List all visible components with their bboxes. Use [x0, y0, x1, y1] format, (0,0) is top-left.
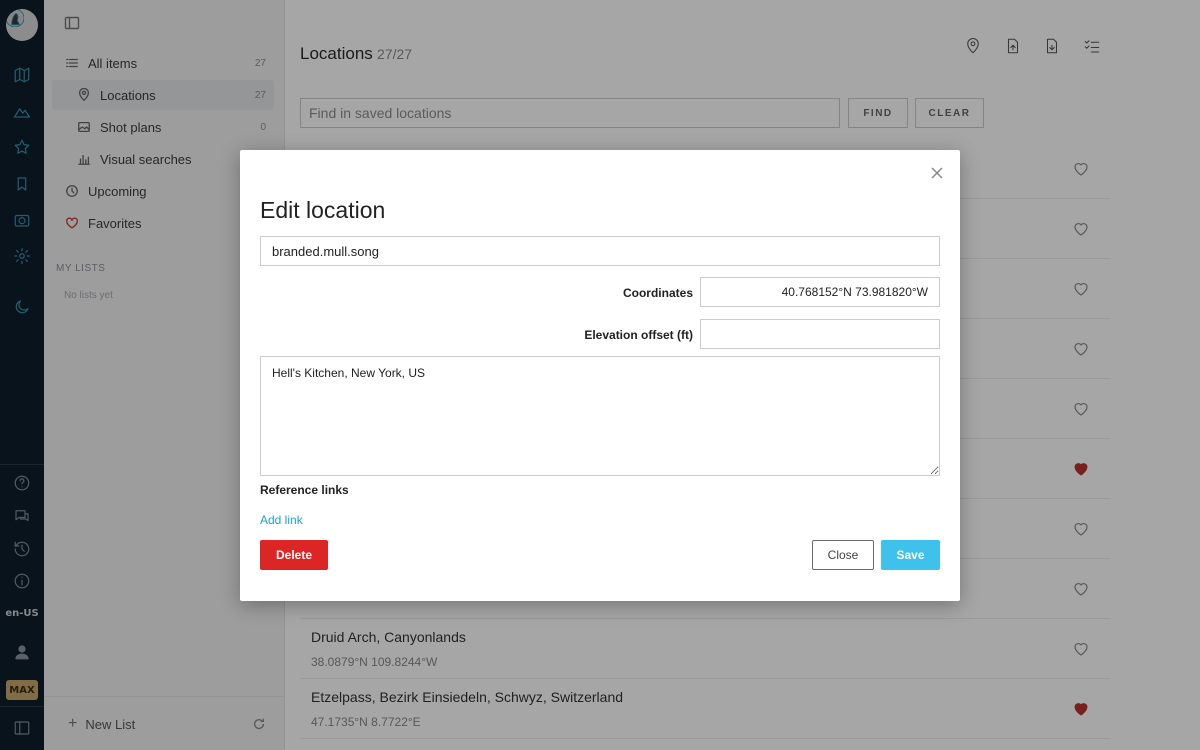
elevation-offset-label: Elevation offset (ft): [584, 328, 693, 342]
edit-location-dialog: Edit location Coordinates Elevation offs…: [240, 150, 960, 601]
save-button[interactable]: Save: [881, 540, 940, 570]
delete-button[interactable]: Delete: [260, 540, 328, 570]
coordinates-field[interactable]: [700, 277, 940, 307]
elevation-offset-field[interactable]: [700, 319, 940, 349]
location-name-field[interactable]: [260, 236, 940, 266]
close-button[interactable]: Close: [812, 540, 874, 570]
close-icon[interactable]: [930, 166, 944, 180]
dialog-title: Edit location: [260, 197, 386, 223]
coordinates-label: Coordinates: [622, 286, 693, 300]
reference-links-heading: Reference links: [260, 483, 349, 497]
notes-textarea[interactable]: Hell's Kitchen, New York, US: [260, 356, 940, 476]
add-link-button[interactable]: Add link: [260, 513, 303, 527]
